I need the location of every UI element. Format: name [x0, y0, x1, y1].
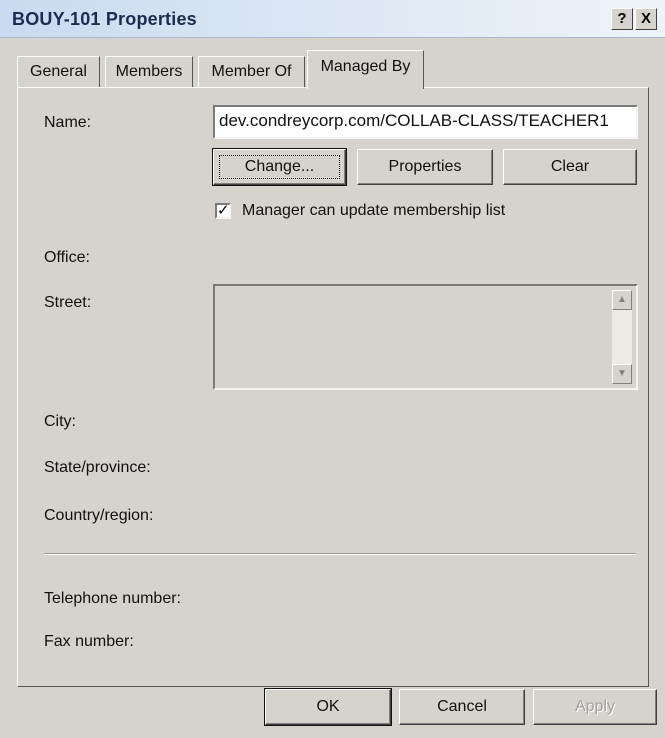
street-field[interactable]: ▲ ▼ [213, 284, 638, 390]
name-label: Name: [44, 114, 92, 131]
country-label: Country/region: [44, 507, 154, 524]
clear-button[interactable]: Clear [503, 149, 637, 185]
apply-button[interactable]: Apply [533, 689, 657, 725]
tab-members[interactable]: Members [105, 56, 193, 88]
tab-managed-by[interactable]: Managed By [307, 50, 424, 89]
fax-label: Fax number: [44, 633, 134, 650]
street-label: Street: [44, 294, 92, 311]
state-label: State/province: [44, 459, 151, 476]
help-button[interactable]: ? [611, 8, 633, 30]
city-label: City: [44, 413, 76, 430]
divider [44, 553, 636, 555]
scroll-up-arrow-icon[interactable]: ▲ [612, 290, 632, 310]
manager-update-checkbox[interactable]: ✓ [215, 203, 231, 219]
office-label: Office: [44, 249, 90, 266]
tab-member-of[interactable]: Member Of [198, 56, 305, 88]
change-button-label: Change... [214, 150, 345, 184]
name-field[interactable]: dev.condreycorp.com/COLLAB-CLASS/TEACHER… [213, 105, 638, 139]
properties-button[interactable]: Properties [357, 149, 493, 185]
tab-general[interactable]: General [17, 56, 100, 88]
check-icon: ✓ [217, 202, 230, 219]
change-button[interactable]: Change... [212, 148, 347, 186]
window-title: BOUY-101 Properties [12, 9, 197, 29]
street-scrollbar[interactable]: ▲ ▼ [612, 290, 632, 384]
close-button[interactable]: X [635, 8, 657, 30]
title-bar: BOUY-101 Properties ? X [0, 0, 665, 38]
ok-button[interactable]: OK [264, 688, 392, 726]
cancel-button[interactable]: Cancel [399, 689, 525, 725]
title-buttons: ? X [611, 8, 657, 30]
telephone-label: Telephone number: [44, 590, 181, 607]
manager-update-label: Manager can update membership list [242, 202, 506, 219]
scroll-down-arrow-icon[interactable]: ▼ [612, 364, 632, 384]
